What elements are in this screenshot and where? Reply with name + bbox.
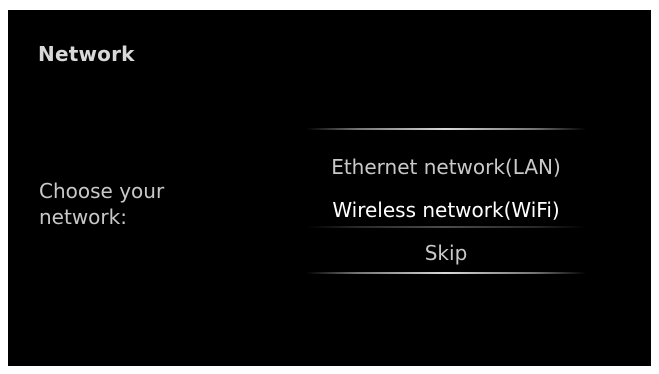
option-label: Skip <box>424 241 468 265</box>
menu-divider-bottom <box>306 272 586 274</box>
option-skip[interactable]: Skip <box>306 234 586 272</box>
option-ethernet-lan[interactable]: Ethernet network(LAN) <box>306 148 586 186</box>
menu-divider-top <box>306 128 586 130</box>
network-options-menu: Ethernet network(LAN) Wireless network(W… <box>246 128 646 274</box>
option-label: Ethernet network(LAN) <box>331 155 561 179</box>
network-setup-screen: Network Choose your network: Ethernet ne… <box>8 10 651 366</box>
choose-network-prompt: Choose your network: <box>39 179 165 229</box>
option-wireless-wifi[interactable]: Wireless network(WiFi) <box>246 187 646 233</box>
page-title: Network <box>38 42 135 66</box>
menu-divider-middle <box>306 226 586 228</box>
option-label: Wireless network(WiFi) <box>332 198 560 222</box>
